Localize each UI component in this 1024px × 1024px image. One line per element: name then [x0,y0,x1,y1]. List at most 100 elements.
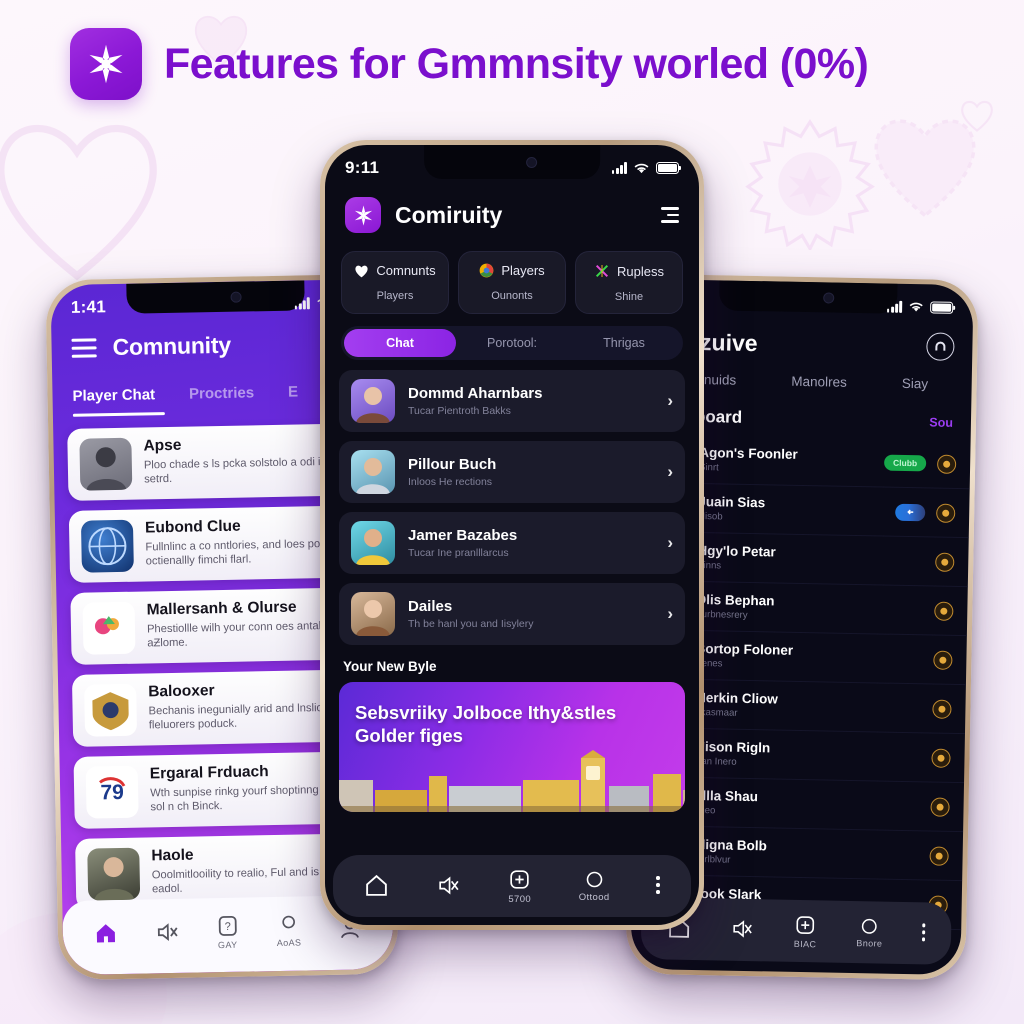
nav-help[interactable]: ? GAY [215,914,240,950]
user-circle-icon [282,915,296,929]
nav-label: 5700 [508,894,532,905]
chevron-right-icon[interactable]: › [667,533,673,553]
avatar [351,450,395,494]
person-photo-icon [94,857,135,901]
list-item[interactable]: Pillour Buch Inloos He rections › [339,441,685,503]
row-name: Pillour Buch [408,456,497,474]
hamburger-menu-icon[interactable] [71,338,97,358]
nav-sound[interactable] [730,917,754,943]
tab-porotool[interactable]: Porotool: [456,329,568,357]
feature-cards: Comnunts Players Players Ounonts Rupless… [325,233,699,314]
nav-circle[interactable]: Ottood [579,869,610,903]
tab-player-chat[interactable]: Player Chat [72,386,155,405]
feature-card[interactable]: Comnunts Players [341,251,449,314]
person-photo-icon [356,458,390,494]
list-item[interactable]: Dommd Aharnbars Tucar Pientroth Bakks › [339,370,685,432]
nav-more[interactable] [656,876,660,896]
nav-home[interactable] [93,921,117,947]
center-app-title: Comiruity [395,201,503,228]
chevron-right-icon[interactable]: › [667,604,673,624]
sound-off-icon [157,923,178,941]
avatar [351,592,395,636]
refresh-icon [935,341,946,351]
center-status-bar: 9:11 [325,145,699,191]
signal-bars-icon [886,300,903,313]
signal-bars-icon [611,162,627,174]
page-header: Features for Gmmnsity worled (0%) [70,26,984,102]
nav-label: AoAS [276,937,302,949]
city-skyline-image [339,750,685,812]
nav-sound[interactable] [154,920,178,946]
row-info: Bortop Foloner Benes [695,641,922,673]
center-phone-mockup: 9:11 Comiruity Comnunts Players Players … [320,140,704,930]
center-app-bar: Comiruity [325,191,699,233]
coin-icon [933,650,953,670]
tab-siay[interactable]: Siay [902,376,929,392]
nav-more[interactable] [921,923,926,944]
card-sub: Ounonts [491,290,533,302]
nav-add[interactable]: BIAC [793,913,818,949]
nav-add[interactable]: 5700 [507,867,532,905]
center-bottom-nav: 5700 Ottood [333,855,691,917]
tab-proctries[interactable]: Proctries [189,384,254,402]
chat-bubble-icon [907,509,914,515]
heart-decoration-large [0,124,157,281]
avatar [87,847,141,901]
nav-circle[interactable]: Bnore [856,916,883,949]
starburst-decoration [745,119,875,250]
card-label: Comnunts [376,263,436,278]
tab-thrigas[interactable]: Thrigas [568,329,680,357]
wifi-icon [909,302,923,312]
seven-nine-logo-icon: 79 [99,777,126,804]
heart-decoration-spiky [874,119,976,218]
refresh-button[interactable] [926,332,955,361]
banner-line-1: Sebsvriiky Jolboce Ithy&stles [355,702,617,723]
row-info: Merkin Cliow Skasmaar [694,690,921,722]
more-vertical-icon [656,876,660,894]
card-sub: Players [376,290,414,302]
chevron-right-icon[interactable]: › [667,391,673,411]
row-info: Juain Sias Nisob [698,494,884,525]
chevron-right-icon[interactable]: › [667,462,673,482]
avatar [82,601,136,655]
feature-card[interactable]: Rupless Shine [575,251,683,314]
tab-third[interactable]: E [288,383,298,400]
list-menu-icon[interactable] [661,207,679,223]
tab-manolres[interactable]: Manolres [791,374,847,390]
row-info: Mison Rigln Man Inero [693,739,920,771]
chat-badge [895,503,926,521]
nav-account[interactable]: AoAS [276,914,302,949]
row-sub: Sinrt [698,461,719,474]
coin-icon [934,601,954,621]
list-item[interactable]: Dailes Th be hanl you and Iisylery › [339,583,685,645]
center-list: Dommd Aharnbars Tucar Pientroth Bakks › … [325,360,699,645]
leaderboard-see-all-link[interactable]: Sou [929,415,953,429]
avatar [351,521,395,565]
status-time: 1:41 [70,297,107,317]
row-name: Dommd Aharnbars [408,385,543,403]
nav-label: BIAC [793,938,817,950]
nav-label: Bnore [856,938,883,949]
status-badge: Clubb [883,454,927,472]
banner-text: Sebsvriiky Jolboce Ithy&stles Golder fig… [355,702,669,747]
person-photo-icon [356,387,390,423]
nav-sound[interactable] [436,873,461,900]
coin-icon [930,797,950,817]
row-name: Dailes [408,598,453,616]
center-tab-bar: Chat Porotool: Thrigas [341,326,683,360]
avatar [84,683,138,737]
tab-chat[interactable]: Chat [344,329,456,357]
feature-card[interactable]: Players Ounonts [458,251,566,314]
row-sub: Th be hanl you and Iisylery [408,617,534,630]
nav-home[interactable] [364,873,389,900]
avatar [80,519,134,573]
coin-icon [931,748,951,768]
promo-banner[interactable]: Sebsvriiky Jolboce Ithy&stles Golder fig… [339,682,685,812]
row-info: Jamer Bazabes Tucar Ine pranlllarcus [408,527,654,558]
list-item[interactable]: Jamer Bazabes Tucar Ine pranlllarcus › [339,512,685,574]
row-info: Aligna Bolb Oorlblvur [691,837,918,869]
row-info: Dailes Th be hanl you and Iisylery [408,598,654,629]
sound-off-icon [733,920,752,938]
row-sub: Tucar Pientroth Bakks [408,404,511,417]
battery-icon [930,301,954,314]
